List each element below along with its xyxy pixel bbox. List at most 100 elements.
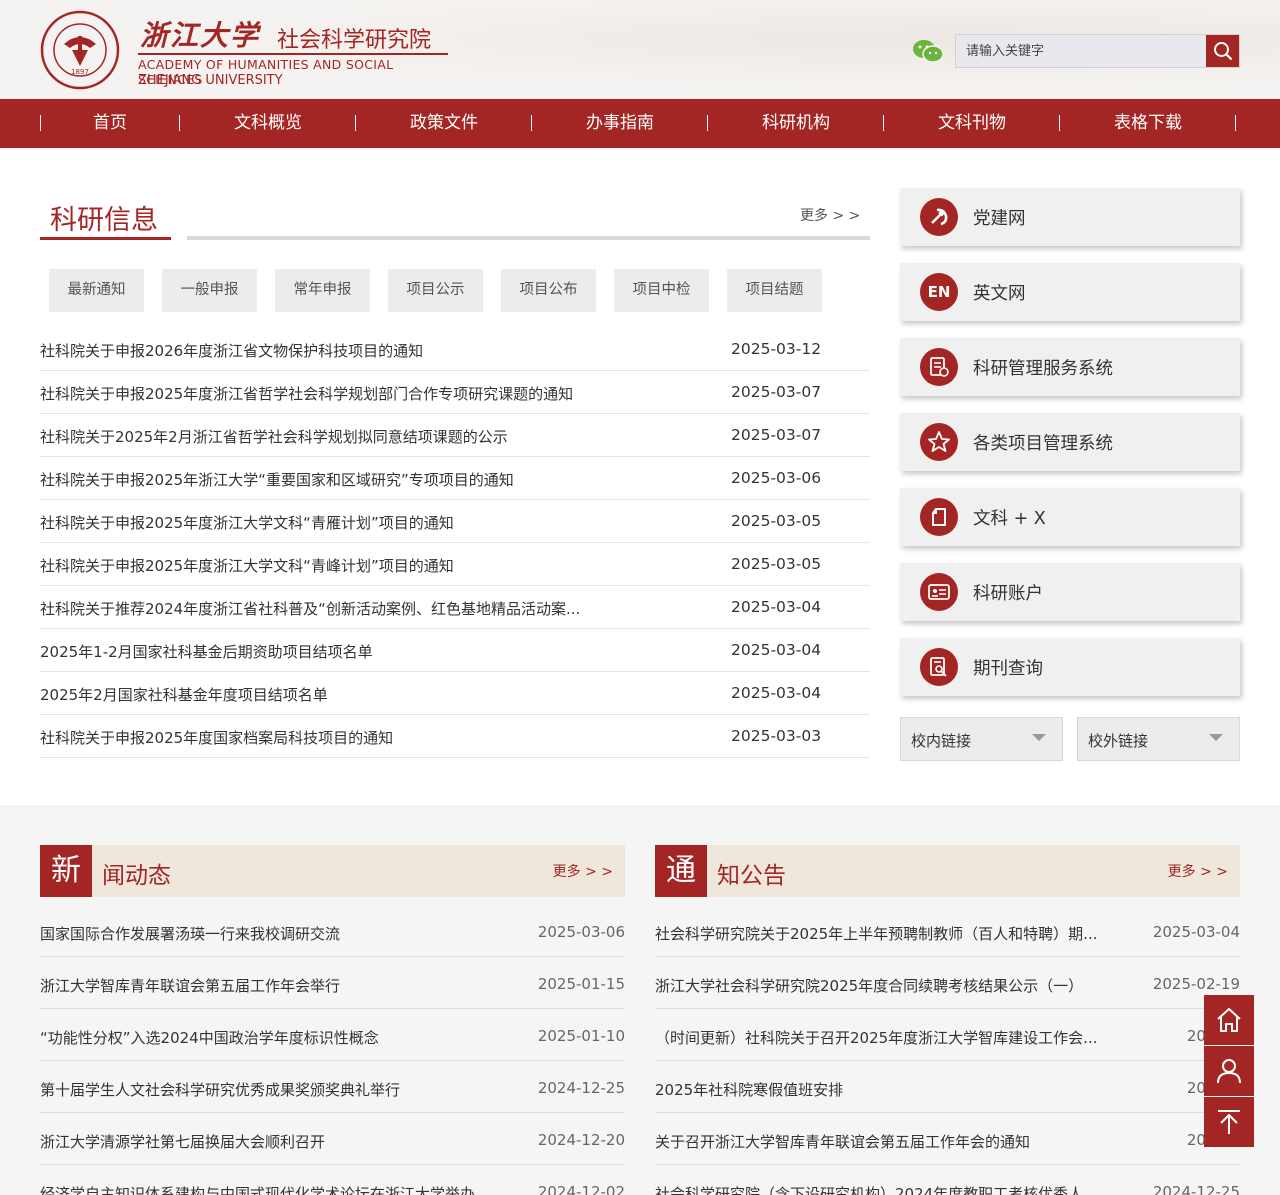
side-link-label: 英文网 bbox=[973, 284, 1026, 304]
document-icon bbox=[920, 348, 958, 386]
item-date: 2025-03-04 bbox=[1152, 923, 1240, 941]
side-link-journal-search[interactable]: 期刊查询 bbox=[900, 638, 1240, 696]
internal-links-select[interactable]: 校内链接 bbox=[900, 717, 1063, 761]
item-date: 2025-03-06 bbox=[731, 469, 822, 487]
item-date: 2025-01-10 bbox=[537, 1027, 625, 1045]
side-link-label: 文科 + X bbox=[973, 509, 1046, 529]
side-link-label: 科研管理服务系统 bbox=[973, 359, 1113, 379]
search-box bbox=[955, 34, 1240, 68]
logo-script-title: 浙江大学 bbox=[140, 19, 261, 52]
tab-project-notice[interactable]: 项目公示 bbox=[388, 269, 483, 312]
list-item[interactable]: 2025年2月国家社科基金年度项目结项名单 2025-03-04 bbox=[40, 672, 870, 715]
research-title-rule bbox=[187, 236, 870, 240]
side-link-research-mgmt[interactable]: 科研管理服务系统 bbox=[900, 338, 1240, 396]
tab-general[interactable]: 一般申报 bbox=[162, 269, 257, 312]
nav-item-journals[interactable]: 文科刊物 bbox=[884, 99, 1060, 148]
side-link-project-mgmt[interactable]: 各类项目管理系统 bbox=[900, 413, 1240, 471]
side-link-research-account[interactable]: 科研账户 bbox=[900, 563, 1240, 621]
float-home-button[interactable] bbox=[1204, 995, 1254, 1045]
item-date: 2024-12-02 bbox=[537, 1183, 625, 1195]
nav-item-downloads[interactable]: 表格下载 bbox=[1060, 99, 1236, 148]
item-title: 2025年社科院寒假值班安排 bbox=[655, 1081, 844, 1099]
item-title: 2025年2月国家社科基金年度项目结项名单 bbox=[40, 686, 328, 704]
notice-item[interactable]: 关于召开浙江大学智库青年联谊会第五届工作年会的通知2025-0 bbox=[655, 1113, 1240, 1165]
float-user-button[interactable] bbox=[1204, 1046, 1254, 1096]
external-links-select[interactable]: 校外链接 bbox=[1077, 717, 1240, 761]
item-date: 2025-03-04 bbox=[731, 641, 822, 659]
list-item[interactable]: 社科院关于申报2025年浙江大学“重要国家和区域研究”专项项目的通知 2025-0… bbox=[40, 457, 870, 500]
research-more-link[interactable]: 更多 > > bbox=[800, 205, 860, 225]
news-item[interactable]: 经济学自主知识体系建构与中国式现代化学术论坛在浙江大学举办 2024-12-02 bbox=[40, 1165, 625, 1195]
item-title: （时间更新）社科院关于召开2025年度浙江大学智库建设工作会... bbox=[655, 1029, 1098, 1047]
tab-completion[interactable]: 项目结题 bbox=[727, 269, 822, 312]
item-date: 2025-03-05 bbox=[731, 512, 822, 530]
party-icon bbox=[920, 198, 958, 236]
item-date: 2024-12-20 bbox=[537, 1131, 625, 1149]
wechat-icon[interactable] bbox=[912, 38, 944, 64]
side-link-english[interactable]: EN 英文网 bbox=[900, 263, 1240, 321]
side-link-label: 各类项目管理系统 bbox=[973, 434, 1113, 454]
notice-more-link[interactable]: 更多 > > bbox=[1168, 861, 1228, 881]
notice-item[interactable]: 社会科学研究院（含下设研究机构）2024年度教职工考核优秀人... 2024-12… bbox=[655, 1165, 1240, 1195]
select-value: 校内链接 bbox=[911, 732, 972, 750]
news-item[interactable]: 第十届学生人文社会科学研究优秀成果奖颁奖典礼举行 2024-12-25 bbox=[40, 1061, 625, 1113]
side-link-humanities-x[interactable]: 文科 + X bbox=[900, 488, 1240, 546]
news-item[interactable]: 国家国际合作发展署汤瑛一行来我校调研交流 2025-03-06 bbox=[40, 905, 625, 957]
nav-item-institutes[interactable]: 科研机构 bbox=[708, 99, 884, 148]
item-date: 2025-03-06 bbox=[537, 923, 625, 941]
logo-title-en-2: ZHEJIANG UNIVERSITY bbox=[138, 73, 283, 88]
nav-item-overview[interactable]: 文科概览 bbox=[180, 99, 356, 148]
tab-latest[interactable]: 最新通知 bbox=[49, 269, 144, 312]
list-item[interactable]: 社科院关于申报2026年度浙江省文物保护科技项目的通知 2025-03-12 bbox=[40, 328, 870, 371]
side-link-party[interactable]: 党建网 bbox=[900, 188, 1240, 246]
list-item[interactable]: 社科院关于申报2025年度浙江省哲学社会科学规划部门合作专项研究课题的通知 202… bbox=[40, 371, 870, 414]
news-section-header: 新 闻动态 更多 > > bbox=[40, 845, 625, 897]
news-header-title: 闻动态 bbox=[102, 863, 171, 889]
nav-item-policy[interactable]: 政策文件 bbox=[356, 99, 532, 148]
item-title: 社会科学研究院关于2025年上半年预聘制教师（百人和特聘）期... bbox=[655, 925, 1098, 943]
float-top-button[interactable] bbox=[1204, 1097, 1254, 1147]
item-date: 2025-03-05 bbox=[731, 555, 822, 573]
logo-title-cn: 社会科学研究院 bbox=[277, 28, 432, 53]
news-item[interactable]: 浙江大学清源学社第七届换届大会顺利召开 2024-12-20 bbox=[40, 1113, 625, 1165]
search-button[interactable] bbox=[1206, 35, 1239, 67]
item-title: 社科院关于申报2026年度浙江省文物保护科技项目的通知 bbox=[40, 342, 424, 360]
en-icon: EN bbox=[920, 273, 958, 311]
notice-item[interactable]: （时间更新）社科院关于召开2025年度浙江大学智库建设工作会...2025-0 bbox=[655, 1009, 1240, 1061]
list-item[interactable]: 社科院关于申报2025年度浙江大学文科“青峰计划”项目的通知 2025-03-05 bbox=[40, 543, 870, 586]
item-date: 2025-03-07 bbox=[731, 426, 822, 444]
home-icon bbox=[1217, 1007, 1241, 1032]
notice-item[interactable]: 浙江大学社会科学研究院2025年度合同续聘考核结果公示（一） 2025-02-19 bbox=[655, 957, 1240, 1009]
tab-project-announce[interactable]: 项目公布 bbox=[501, 269, 596, 312]
item-title: 社会科学研究院（含下设研究机构）2024年度教职工考核优秀人... bbox=[655, 1185, 1098, 1195]
select-value: 校外链接 bbox=[1088, 732, 1149, 750]
nav-item-guide[interactable]: 办事指南 bbox=[532, 99, 708, 148]
list-item[interactable]: 2025年1-2月国家社科基金后期资助项目结项名单 2025-03-04 bbox=[40, 629, 870, 672]
list-item[interactable]: 社科院关于推荐2024年度浙江省社科普及“创新活动案例、红色基地精品活动案...… bbox=[40, 586, 870, 629]
tab-annual[interactable]: 常年申报 bbox=[275, 269, 370, 312]
news-item[interactable]: “功能性分权”入选2024中国政治学年度标识性概念 2025-01-10 bbox=[40, 1009, 625, 1061]
nav-item-home[interactable]: 首页 bbox=[22, 99, 198, 148]
list-item[interactable]: 社科院关于申报2025年度国家档案局科技项目的通知 2025-03-03 bbox=[40, 715, 870, 758]
search-input[interactable] bbox=[956, 35, 1206, 67]
tab-midterm[interactable]: 项目中检 bbox=[614, 269, 709, 312]
item-title: 关于召开浙江大学智库青年联谊会第五届工作年会的通知 bbox=[655, 1133, 1031, 1151]
news-item[interactable]: 浙江大学智库青年联谊会第五届工作年会举行 2025-01-15 bbox=[40, 957, 625, 1009]
item-date: 2025-02-19 bbox=[1152, 975, 1240, 993]
id-card-icon bbox=[920, 573, 958, 611]
item-date: 2025-03-04 bbox=[731, 684, 822, 702]
side-link-label: 期刊查询 bbox=[973, 659, 1043, 679]
site-logo[interactable]: 1897 浙江大学 社会科学研究院 ACADEMY OF HUMANITIES … bbox=[40, 10, 450, 90]
list-item[interactable]: 社科院关于申报2025年度浙江大学文科“青雁计划”项目的通知 2025-03-05 bbox=[40, 500, 870, 543]
svg-text:1897: 1897 bbox=[71, 68, 89, 76]
notice-item[interactable]: 2025年社科院寒假值班安排2025-0 bbox=[655, 1061, 1240, 1113]
news-more-link[interactable]: 更多 > > bbox=[553, 861, 613, 881]
search-icon bbox=[1213, 42, 1232, 61]
item-title: 社科院关于申报2025年度国家档案局科技项目的通知 bbox=[40, 729, 394, 747]
notice-item[interactable]: 社会科学研究院关于2025年上半年预聘制教师（百人和特聘）期... 2025-03… bbox=[655, 905, 1240, 957]
item-date: 2025-03-04 bbox=[731, 598, 822, 616]
chevron-down-icon bbox=[1209, 734, 1223, 741]
back-to-top-icon bbox=[1218, 1110, 1240, 1134]
item-title: 社科院关于申报2025年度浙江大学文科“青峰计划”项目的通知 bbox=[40, 557, 454, 575]
list-item[interactable]: 社科院关于2025年2月浙江省哲学社会科学规划拟同意结项课题的公示 2025-03… bbox=[40, 414, 870, 457]
